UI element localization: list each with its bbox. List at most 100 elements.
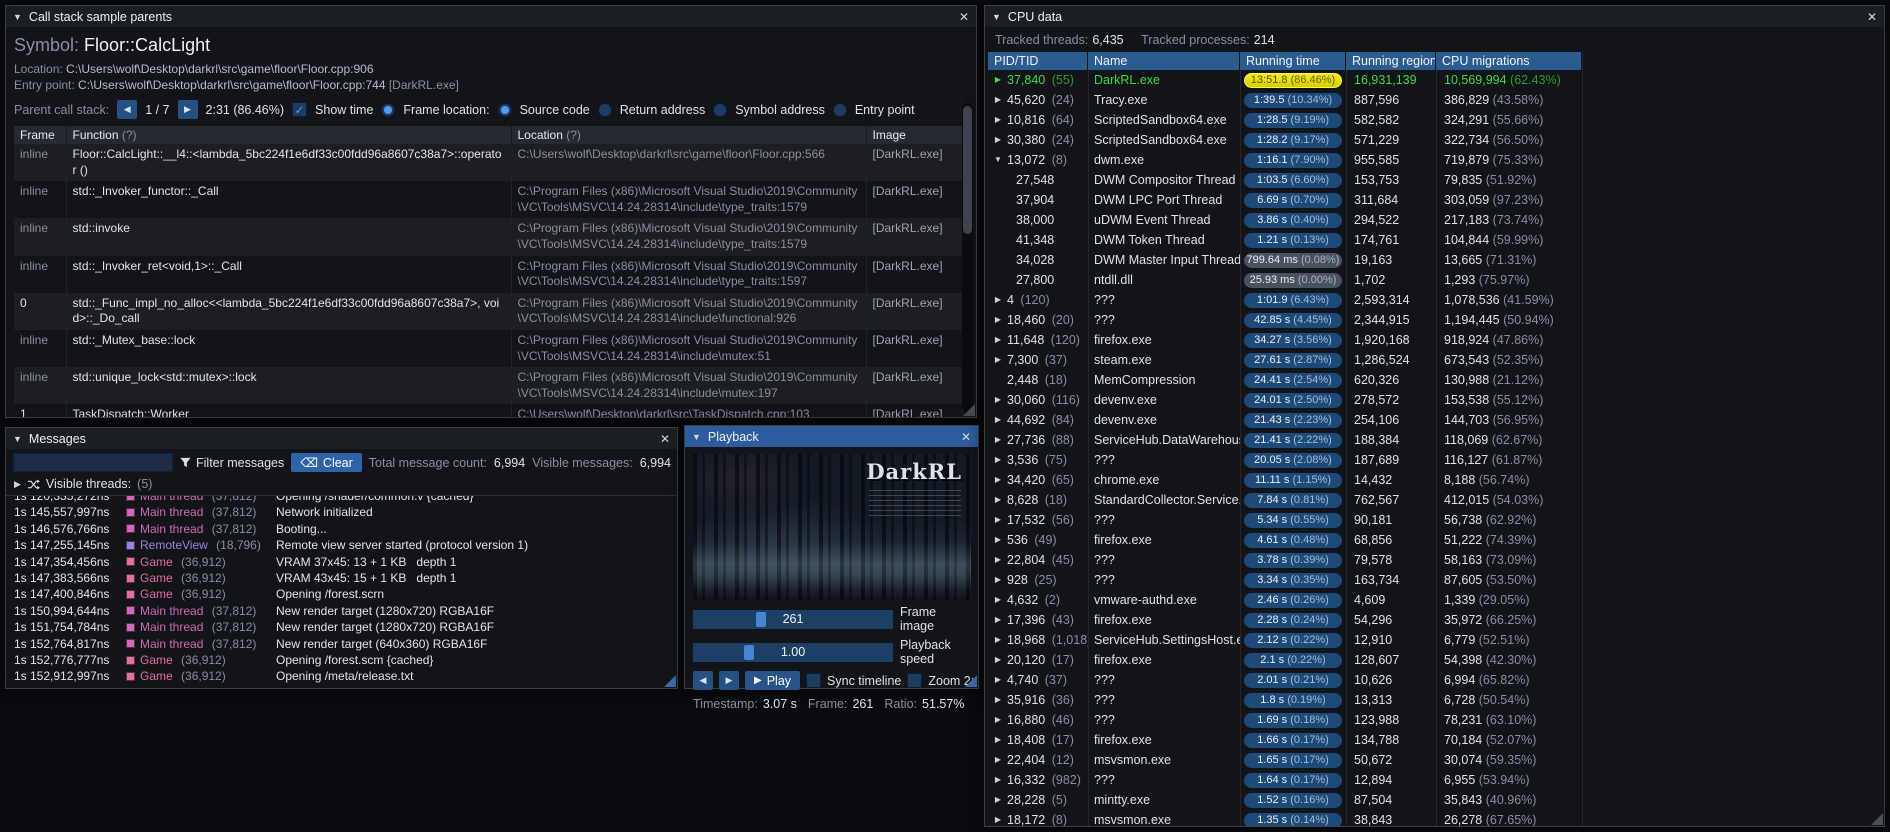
column-header-cpu-migrations[interactable]: CPU migrations <box>1436 52 1581 70</box>
cpu-row[interactable]: ▶ 18,172 (8) msvsmon.exe 1.35 s (0.14%) 38,8… <box>988 810 1884 826</box>
column-header-location[interactable]: Location (?) <box>511 126 867 144</box>
zoom-checkbox[interactable] <box>907 673 923 688</box>
expand-row-icon[interactable]: ▶ <box>992 570 1004 590</box>
cpu-row[interactable]: 37,904 DWM LPC Port Thread 6.69 s (0.70%) 3… <box>988 190 1884 210</box>
cpu-row[interactable]: ▶ 4 (120)??? 1:01.9 (6.43%) 2,593,314 1,078,… <box>988 290 1884 310</box>
next-frame-button[interactable]: ▶ <box>719 671 739 690</box>
message-row[interactable]: 1s 150,994,644ns Main thread (37,812) New … <box>6 603 677 619</box>
frame-location-radio[interactable] <box>381 102 396 117</box>
expand-row-icon[interactable]: ▶ <box>992 590 1004 610</box>
close-icon[interactable]: ✕ <box>959 10 969 24</box>
expand-row-icon[interactable]: ▶ <box>992 310 1004 330</box>
vertical-scrollbar[interactable] <box>962 103 973 412</box>
callstack-row[interactable]: inline std::_Invoker_ret<void,1>::_Call C:… <box>14 255 963 293</box>
expand-row-icon[interactable]: ▶ <box>992 390 1004 410</box>
expand-row-icon[interactable]: ▶ <box>992 490 1004 510</box>
message-row[interactable]: 1s 152,764,817ns Main thread (37,812) New … <box>6 636 677 652</box>
radio-source-code[interactable] <box>497 102 512 117</box>
cpu-row[interactable]: ▶ 30,380 (24) ScriptedSandbox64.exe 1:28.2 … <box>988 130 1884 150</box>
cpu-row[interactable]: ▶ 22,804 (45)??? 3.78 s (0.39%) 79,578 58,16… <box>988 550 1884 570</box>
expand-row-icon[interactable]: ▶ <box>992 90 1004 110</box>
callstack-titlebar[interactable]: ▼ Call stack sample parents ✕ <box>6 6 976 27</box>
cpu-titlebar[interactable]: ▼ CPU data ✕ <box>985 6 1884 27</box>
cpu-row[interactable]: ▶ 37,840 (55) DarkRL.exe 13:51.8 (86.46%) 16… <box>988 70 1884 90</box>
expand-row-icon[interactable]: ▶ <box>992 730 1004 750</box>
cpu-row[interactable]: ▶27,736 (88) ServiceHub.DataWarehouseHost… <box>988 430 1884 450</box>
cpu-row[interactable]: ▶ 44,692 (84) devenv.exe 21.43 s (2.23%) 254… <box>988 410 1884 430</box>
expand-row-icon[interactable]: ▶ <box>992 810 1004 826</box>
play-button[interactable]: ▶ Play <box>745 671 801 690</box>
callstack-row[interactable]: inline std::unique_lock<std::mutex>::lock… <box>14 367 963 405</box>
column-header-running-regions[interactable]: Running regions <box>1346 52 1435 70</box>
callstack-row[interactable]: inline std::_Mutex_base::lock C:\Program F… <box>14 329 963 368</box>
cpu-row[interactable]: ▶2,448 (18) MemCompression 24.41 s (2.54%)… <box>988 370 1884 390</box>
column-header-frame[interactable]: Frame <box>14 126 67 144</box>
cpu-row[interactable]: ▶ 16,880 (46)??? 1.69 s (0.18%) 123,988 78,2… <box>988 710 1884 730</box>
clear-button[interactable]: ⌫ Clear <box>291 453 362 472</box>
resize-grip-icon[interactable] <box>664 675 676 687</box>
playback-titlebar[interactable]: ▼ Playback ✕ <box>685 426 978 447</box>
cpu-row[interactable]: ▶ 20,120 (17) firefox.exe 2.1 s (0.22%) 128,… <box>988 650 1884 670</box>
playback-speed-slider[interactable]: 1.00 <box>693 642 893 662</box>
cpu-row[interactable]: ▶ 16,332 (982)??? 1.64 s (0.17%) 12,894 6,95… <box>988 770 1884 790</box>
cpu-row[interactable]: ▶ 536 (49) firefox.exe 4.61 s (0.48%) 68,856… <box>988 530 1884 550</box>
expand-row-icon[interactable]: ▶ <box>992 670 1004 690</box>
cpu-row[interactable]: ▶ 18,408 (17) firefox.exe 1.66 s (0.17%) 134… <box>988 730 1884 750</box>
expand-row-icon[interactable]: ▶ <box>992 650 1004 670</box>
message-row[interactable]: 1s 147,354,456ns Game (36,912) VRAM 37x45:… <box>6 554 677 570</box>
message-row[interactable]: 1s 145,557,997ns Main thread (37,812) Netw… <box>6 504 677 520</box>
cpu-row[interactable]: ▶ 28,228 (5) mintty.exe 1.52 s (0.16%) 87,50… <box>988 790 1884 810</box>
column-header-pid-tid[interactable]: PID/TID <box>988 52 1087 70</box>
cpu-row[interactable]: ▼ 13,072 (8) dwm.exe 1:16.1 (7.90%) 955,585 7… <box>988 150 1884 170</box>
message-filter-input[interactable] <box>13 453 173 472</box>
message-row[interactable]: 1s 152,912,997ns Game (36,912) Opening /me… <box>6 668 677 684</box>
expand-row-icon[interactable]: ▶ <box>992 410 1004 430</box>
cpu-row[interactable]: 34,028 DWM Master Input Thread 799.64 ms (… <box>988 250 1884 270</box>
close-icon[interactable]: ✕ <box>1867 10 1877 24</box>
cpu-row[interactable]: ▶ 45,620 (24) Tracy.exe 1:39.5 (10.34%) 887,… <box>988 90 1884 110</box>
cpu-row[interactable]: ▶ 30,060 (116) devenv.exe 24.01 s (2.50%) 27… <box>988 390 1884 410</box>
expand-row-icon[interactable]: ▶ <box>992 530 1004 550</box>
expand-row-icon[interactable]: ▶ <box>992 450 1004 470</box>
radio-symbol-address[interactable] <box>713 102 728 117</box>
expand-row-icon[interactable]: ▶ <box>992 690 1004 710</box>
expand-row-icon[interactable]: ▶ <box>992 630 1004 650</box>
expand-row-icon[interactable]: ▶ <box>992 750 1004 770</box>
cpu-row[interactable]: ▶ 17,532 (56)??? 5.34 s (0.55%) 90,181 56,73… <box>988 510 1884 530</box>
cpu-row[interactable]: ▶8,628 (18) StandardCollector.Service.exe… <box>988 490 1884 510</box>
expand-row-icon[interactable]: ▶ <box>992 330 1004 350</box>
message-row[interactable]: 1s 147,383,566ns Game (36,912) VRAM 43x45:… <box>6 570 677 586</box>
cpu-row[interactable]: 27,548 DWM Compositor Thread 1:03.5 (6.60%… <box>988 170 1884 190</box>
callstack-row[interactable]: inline Floor::CalcLight::__l4::<lambda_5b… <box>14 144 963 182</box>
collapse-arrow-icon[interactable]: ▼ <box>692 432 701 442</box>
scrollbar-thumb[interactable] <box>963 106 972 234</box>
cpu-row[interactable]: ▶ 4,632 (2) vmware-authd.exe 2.46 s (0.26%)… <box>988 590 1884 610</box>
messages-list-viewport[interactable]: 1s 120,335,272ns Main thread (37,812) Open… <box>6 496 677 688</box>
cpu-row[interactable]: ▶ 10,816 (64) ScriptedSandbox64.exe 1:28.5 … <box>988 110 1884 130</box>
callstack-row[interactable]: 0 std::_Func_impl_no_alloc<<lambda_5bc224… <box>14 292 963 330</box>
collapse-row-icon[interactable]: ▼ <box>992 150 1004 170</box>
collapse-arrow-icon[interactable]: ▼ <box>13 12 22 22</box>
show-time-checkbox[interactable]: ✓ <box>292 102 308 117</box>
expand-row-icon[interactable]: ▶ <box>992 510 1004 530</box>
sync-timeline-checkbox[interactable] <box>806 673 822 688</box>
cpu-row[interactable]: ▶ 22,404 (12) msvsmon.exe 1.65 s (0.17%) 50,… <box>988 750 1884 770</box>
message-row[interactable]: 1s 153,116,342nsGame (36,912)Intro menu … <box>6 685 677 688</box>
expand-row-icon[interactable]: ▶ <box>992 430 1004 450</box>
close-icon[interactable]: ✕ <box>961 430 971 444</box>
cpu-row[interactable]: 38,000 uDWM Event Thread 3.86 s (0.40%) 294… <box>988 210 1884 230</box>
column-header-image[interactable]: Image <box>866 126 963 144</box>
column-header-name[interactable]: Name <box>1088 52 1239 70</box>
message-row[interactable]: 1s 147,400,846ns Game (36,912) Opening /fo… <box>6 586 677 602</box>
visible-threads-row[interactable]: ▶ Visible threads: (5) <box>6 475 677 496</box>
messages-titlebar[interactable]: ▼ Messages ✕ <box>6 428 677 449</box>
column-header-function[interactable]: Function (?) <box>66 126 512 144</box>
message-row[interactable]: 1s 147,255,145ns RemoteView (18,796) Remot… <box>6 537 677 553</box>
expand-row-icon[interactable]: ▶ <box>992 710 1004 730</box>
prev-callstack-button[interactable]: ◀ <box>117 100 138 119</box>
expand-row-icon[interactable]: ▶ <box>992 70 1004 90</box>
expand-row-icon[interactable]: ▶ <box>992 290 1004 310</box>
cpu-row[interactable]: 41,348 DWM Token Thread 1.21 s (0.13%) 174,… <box>988 230 1884 250</box>
expand-row-icon[interactable]: ▶ <box>992 470 1004 490</box>
frame-image-slider[interactable]: 261 <box>693 609 893 629</box>
